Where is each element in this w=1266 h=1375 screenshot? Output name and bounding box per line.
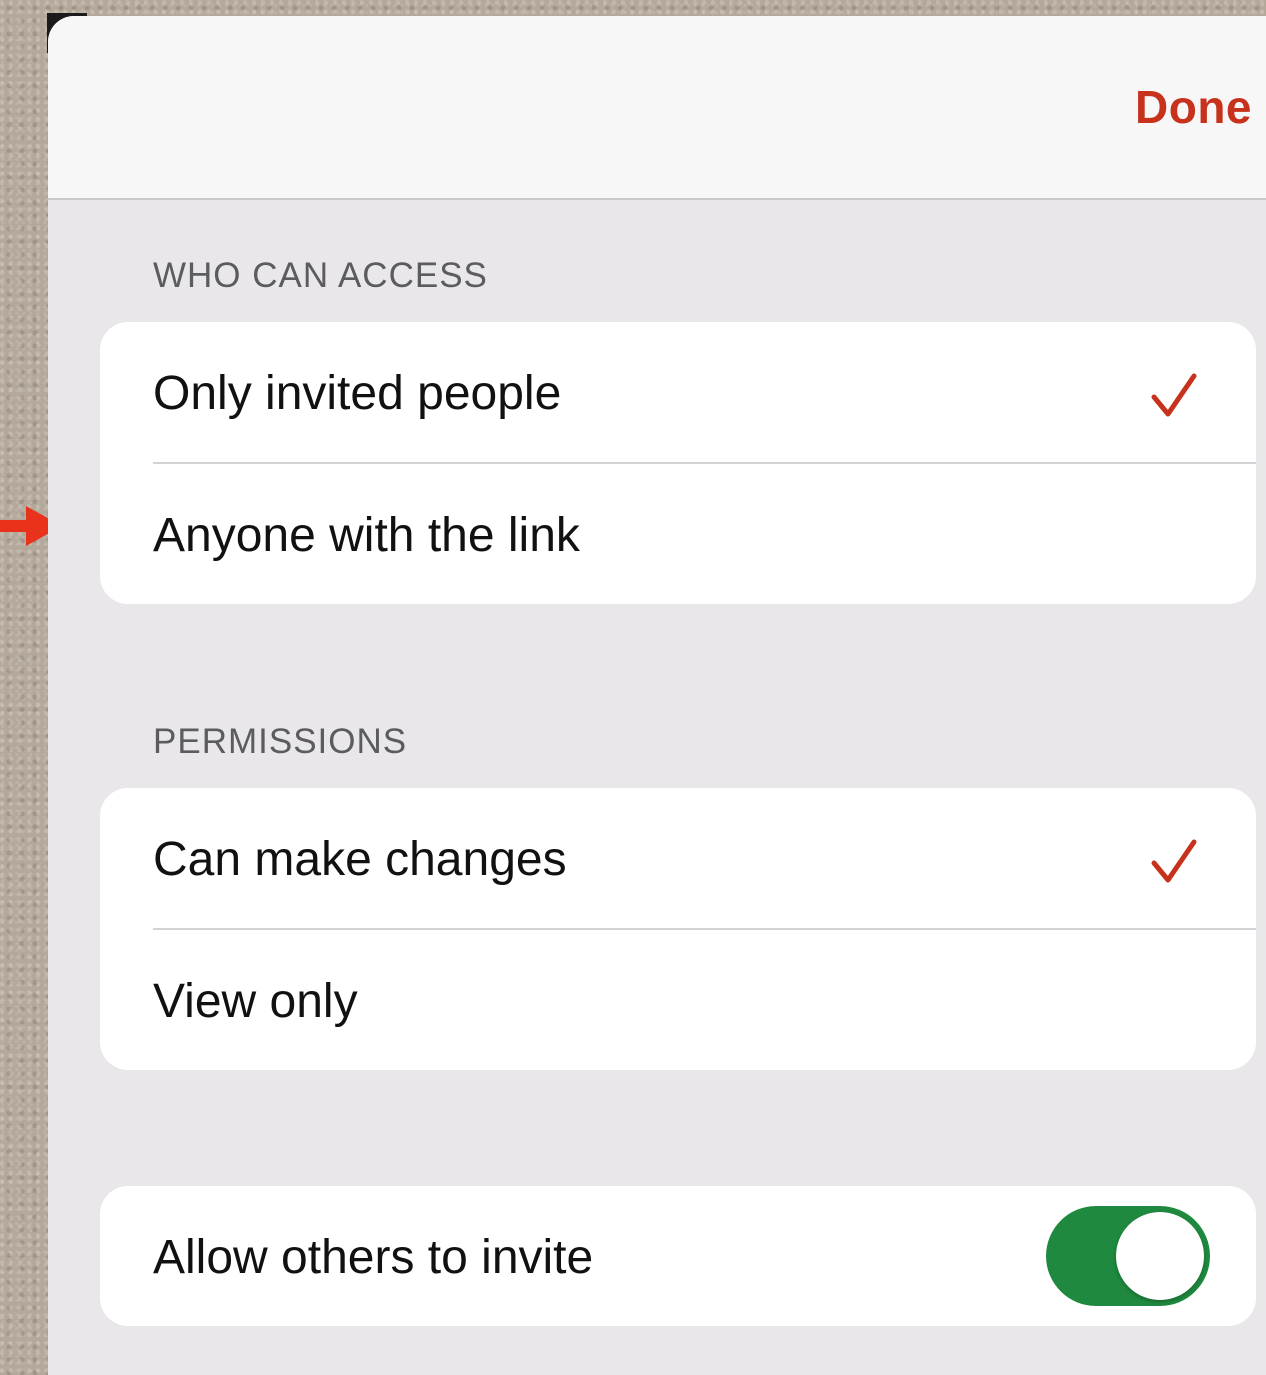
done-button[interactable]: Done [1135,80,1252,134]
navigation-bar: Done [48,16,1266,200]
allow-others-to-invite-row: Allow others to invite [100,1186,1256,1326]
option-label: Anyone with the link [153,509,580,562]
option-label: Only invited people [153,367,562,420]
share-options-sheet: Done WHO CAN ACCESS Only invited people … [48,16,1266,1375]
checkmark-icon [1151,839,1197,883]
option-anyone-with-the-link[interactable]: Anyone with the link [100,464,1256,604]
permissions-group: Can make changes View only [100,788,1256,1070]
option-can-make-changes[interactable]: Can make changes [100,788,1256,928]
permissions-header: PERMISSIONS [153,722,408,761]
toggle-knob [1116,1212,1204,1300]
option-view-only[interactable]: View only [100,930,1256,1070]
option-label: Can make changes [153,833,567,886]
option-only-invited-people[interactable]: Only invited people [100,322,1256,462]
option-label: View only [153,975,358,1028]
allow-others-to-invite-label: Allow others to invite [153,1231,594,1284]
allow-others-to-invite-toggle[interactable] [1046,1206,1210,1306]
who-can-access-header: WHO CAN ACCESS [153,256,488,295]
checkmark-icon [1151,373,1197,417]
who-can-access-group: Only invited people Anyone with the link [100,322,1256,604]
invite-group: Allow others to invite [100,1186,1256,1326]
